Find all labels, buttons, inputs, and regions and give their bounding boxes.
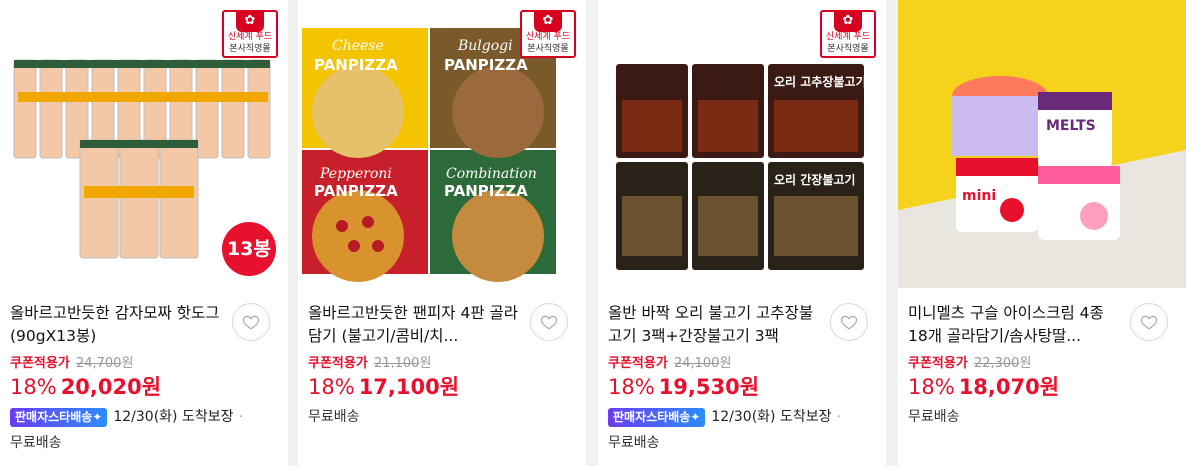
discount-rate: 18% [308,375,355,399]
discount-rate: 18% [608,375,655,399]
product-card-duck-bulgogi[interactable]: 오리 고추장불고기 오리 간장불고기 ✿ 신세계 푸드 본사직영몰 올반 바짝 … [598,0,886,466]
sale-price: 17,100원 [358,375,460,399]
separator-dot: · [836,409,841,425]
arrival-guarantee: 12/30(화) 도착보장 [711,409,832,425]
coupon-label: 쿠폰적용가 [308,356,368,371]
ice-label-mini: mini [962,188,996,204]
sale-price: 20,020원 [60,375,162,399]
badge-sub: 본사직영몰 [229,44,271,54]
pizza-label-pepperoni: Pepperoni [319,166,392,182]
original-currency: 원 [1019,356,1032,371]
coupon-row: 쿠폰적용가 24,100원 [608,356,731,372]
coupon-label: 쿠폰적용가 [908,356,968,371]
price-row: 18% 17,100원 [308,374,459,400]
coupon-label: 쿠폰적용가 [10,356,70,371]
original-price: 24,100 [673,356,720,371]
delivery-row: 판매자스타배송✦ 12/30(화) 도착보장 · [10,407,243,427]
count-badge: 13봉 [222,222,276,276]
brand-logo-icon: ✿ [534,10,562,32]
pizza-label-panpizza-1: PANPIZZA [314,56,398,74]
arrival-guarantee: 12/30(화) 도착보장 [113,409,234,425]
shipping-info: 무료배송 [308,409,360,425]
heart-icon [242,315,260,330]
product-image[interactable]: ✿ 신세계 푸드 본사직영몰 13봉 [0,0,288,288]
brand-badge: ✿ 신세계 푸드 본사직영몰 [222,10,278,58]
delivery-row: 판매자스타배송✦ 12/30(화) 도착보장 · [608,407,841,427]
separator-dot: · [238,409,243,425]
product-title[interactable]: 미니멜츠 구슬 아이스크림 4종 18개 골라담기/솜사탕딸... [908,302,1126,348]
pizza-label-panpizza-4: PANPIZZA [444,182,528,200]
original-price: 24,700 [75,356,122,371]
star-delivery-badge: 판매자스타배송✦ [608,407,706,427]
badge-brand: 신세계 푸드 [525,32,571,42]
discount-rate: 18% [10,375,57,399]
wishlist-button[interactable] [1130,303,1168,341]
original-currency: 원 [121,356,134,371]
shipping-info: 무료배송 [608,435,660,451]
pizza-label-cheese: Cheese [332,38,384,54]
sale-price: 18,070원 [958,375,1060,399]
product-title[interactable]: 올바르고반듯한 팬피자 4판 골라담기 (불고기/콤비/치... [308,302,526,348]
pizza-label-combination: Combination [446,166,537,182]
original-price: 21,100 [373,356,420,371]
product-grid: ✿ 신세계 푸드 본사직영몰 13봉 올바르고반듯한 감자모짜 핫도그 (90g… [0,0,1186,466]
price-row: 18% 19,530원 [608,374,759,400]
shipping-info: 무료배송 [908,409,960,425]
original-currency: 원 [419,356,432,371]
product-title[interactable]: 올반 바짝 오리 불고기 고추장불고기 3팩+간장불고기 3팩 [608,302,826,348]
star-delivery-badge: 판매자스타배송✦ [10,407,108,427]
wishlist-button[interactable] [530,303,568,341]
pack-label-gochujang: 오리 고추장불고기 [774,74,867,89]
heart-icon [1140,315,1158,330]
badge-brand: 신세계 푸드 [825,32,871,42]
product-image[interactable]: Cheese Bulgogi Pepperoni Combination PAN… [298,0,586,288]
badge-brand: 신세계 푸드 [227,32,273,42]
brand-badge: ✿ 신세계 푸드 본사직영몰 [820,10,876,58]
product-card-hotdog[interactable]: ✿ 신세계 푸드 본사직영몰 13봉 올바르고반듯한 감자모짜 핫도그 (90g… [0,0,288,466]
badge-sub: 본사직영몰 [827,44,869,54]
product-image[interactable]: mini MELTS [898,0,1186,288]
price-row: 18% 20,020원 [10,374,161,400]
wishlist-button[interactable] [232,303,270,341]
original-currency: 원 [719,356,732,371]
product-card-panpizza[interactable]: Cheese Bulgogi Pepperoni Combination PAN… [298,0,586,466]
coupon-row: 쿠폰적용가 22,300원 [908,356,1031,372]
pack-label-ganjang: 오리 간장불고기 [774,172,855,187]
heart-icon [540,315,558,330]
price-row: 18% 18,070원 [908,374,1059,400]
sale-price: 19,530원 [658,375,760,399]
product-image[interactable]: 오리 고추장불고기 오리 간장불고기 ✿ 신세계 푸드 본사직영몰 [598,0,886,288]
wishlist-button[interactable] [830,303,868,341]
discount-rate: 18% [908,375,955,399]
badge-sub: 본사직영몰 [527,44,569,54]
original-price: 22,300 [973,356,1020,371]
ice-label-melts: MELTS [1046,118,1096,134]
product-title[interactable]: 올바르고반듯한 감자모짜 핫도그 (90gX13봉) [10,302,228,348]
pizza-label-panpizza-3: PANPIZZA [314,182,398,200]
brand-logo-icon: ✿ [834,10,862,32]
pizza-label-panpizza-2: PANPIZZA [444,56,528,74]
coupon-row: 쿠폰적용가 21,100원 [308,356,431,372]
brand-logo-icon: ✿ [236,10,264,32]
shipping-info: 무료배송 [10,435,62,451]
coupon-row: 쿠폰적용가 24,700원 [10,356,133,372]
pizza-label-bulgogi: Bulgogi [457,38,513,54]
coupon-label: 쿠폰적용가 [608,356,668,371]
brand-badge: ✿ 신세계 푸드 본사직영몰 [520,10,576,58]
heart-icon [840,315,858,330]
product-card-minimelts[interactable]: mini MELTS 미니멜츠 구슬 아이스크림 4종 18개 골라담기/솜사탕… [898,0,1186,466]
